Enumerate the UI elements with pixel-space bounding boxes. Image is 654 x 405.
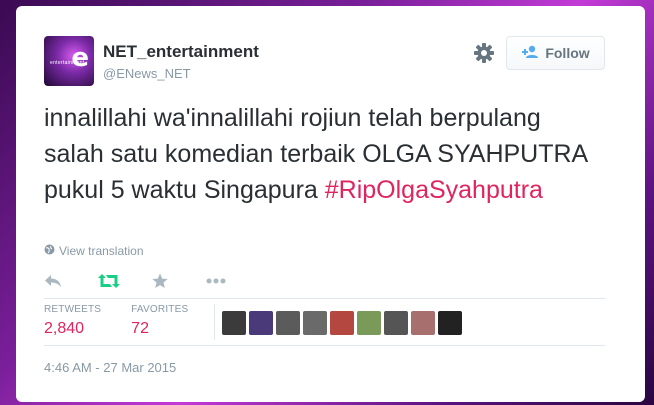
view-translation-label: View translation [59,244,144,258]
favoriter-avatar-2[interactable] [249,311,273,335]
favoriter-avatar-9[interactable] [438,311,462,335]
add-user-icon [521,45,539,62]
tweet-card: entertainment e NET_entertainment @ENews… [16,6,645,402]
user-handle[interactable]: @ENews_NET [103,66,191,81]
stats-top-divider [44,298,605,299]
retweet-icon[interactable] [98,268,152,294]
favoriter-avatar-3[interactable] [276,311,300,335]
favorites-stat[interactable]: FAVORITES 72 [131,304,188,338]
tweet-text: innalillahi wa'innalillahi rojiun telah … [44,100,604,208]
display-name[interactable]: NET_entertainment [103,42,259,62]
tweet-stats: RETWEETS 2,840 FAVORITES 72 [44,304,218,338]
favoriter-avatar-8[interactable] [411,311,435,335]
gear-icon[interactable] [473,42,495,64]
net-logo-icon: e [71,43,89,73]
tweet-timestamp[interactable]: 4:46 AM - 27 Mar 2015 [44,360,176,375]
favorites-label: FAVORITES [131,304,189,315]
stats-bottom-divider [44,345,605,346]
favoriter-avatar-4[interactable] [303,311,327,335]
globe-icon [44,244,55,258]
hashtag-link[interactable]: #RipOlgaSyahputra [325,176,543,204]
favorites-count: 72 [131,320,149,337]
follow-button[interactable]: Follow [506,36,605,70]
favoriter-avatar-1[interactable] [222,311,246,335]
favorite-icon[interactable] [152,268,206,294]
retweets-count: 2,840 [44,320,85,337]
favoriter-avatar-5[interactable] [330,311,354,335]
more-icon[interactable] [206,268,260,294]
favoriter-avatar-6[interactable] [357,311,381,335]
favoriter-avatars [222,311,462,335]
retweets-label: RETWEETS [44,304,102,315]
tweet-actions [44,268,260,294]
reply-icon[interactable] [44,268,98,294]
stats-separator [214,304,215,340]
retweets-stat[interactable]: RETWEETS 2,840 [44,304,101,338]
view-translation-link[interactable]: View translation [44,244,144,258]
user-avatar[interactable]: entertainment e [44,36,94,86]
favoriter-avatar-7[interactable] [384,311,408,335]
follow-label: Follow [545,45,590,61]
